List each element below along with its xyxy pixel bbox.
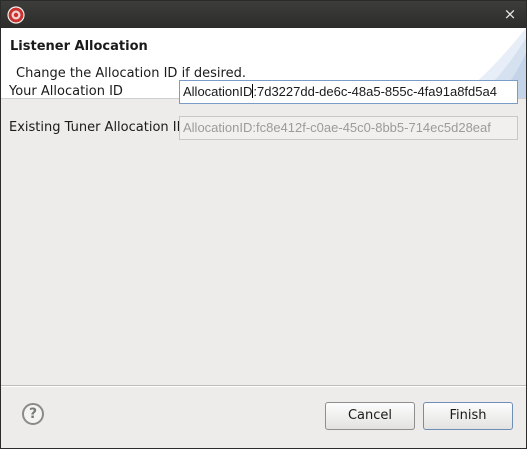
your-allocation-row: Your Allocation ID AllocationID:7d3227dd…	[1, 80, 526, 104]
finish-button[interactable]: Finish	[423, 402, 513, 430]
close-icon[interactable]: ×	[502, 6, 518, 22]
existing-tuner-row: Existing Tuner Allocation ID AllocationI…	[1, 116, 526, 140]
your-allocation-label: Your Allocation ID	[9, 84, 123, 99]
banner-message: Change the Allocation ID if desired.	[16, 66, 246, 81]
footer-separator	[1, 385, 526, 387]
title-bar[interactable]: ×	[1, 1, 526, 28]
banner-title: Listener Allocation	[10, 39, 148, 54]
cancel-button[interactable]: Cancel	[325, 402, 415, 430]
existing-tuner-label: Existing Tuner Allocation ID	[9, 120, 187, 135]
your-allocation-input[interactable]: AllocationID:7d3227dd-de6c-48a5-855c-4fa…	[179, 80, 518, 104]
your-allocation-value-prefix: AllocationID	[183, 84, 253, 99]
help-icon[interactable]: ?	[22, 403, 44, 425]
your-allocation-value-rest: :7d3227dd-de6c-48a5-855c-4fa91a8fd5a4	[253, 84, 497, 99]
app-icon	[7, 6, 25, 24]
existing-tuner-input: AllocationID:fc8e412f-c0ae-45c0-8bb5-714…	[179, 116, 518, 140]
dialog-window: × Listener Allocation Change the Allocat…	[0, 0, 527, 449]
